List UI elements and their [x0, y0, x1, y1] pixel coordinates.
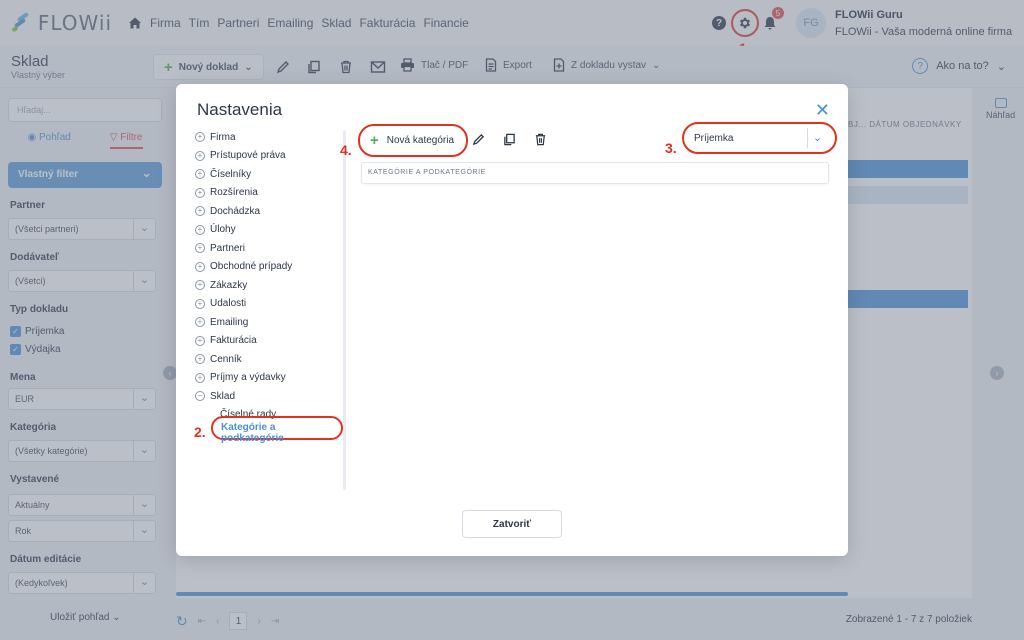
expand-icon: + [195, 298, 205, 309]
tree-item-firma[interactable]: + Firma [195, 128, 347, 147]
tree-item-label: Úlohy [210, 224, 236, 236]
tree-scrollbar[interactable] [343, 130, 346, 490]
expand-icon: + [195, 206, 205, 217]
tree-item-emailing[interactable]: + Emailing [195, 313, 347, 332]
trash-icon[interactable] [534, 133, 547, 146]
step-3-label: 3. [665, 140, 677, 156]
new-category-button[interactable]: + Nová kategória [358, 124, 468, 157]
tree-item-label: Emailing [210, 316, 249, 328]
expand-icon: + [195, 132, 205, 143]
tree-item-codelists[interactable]: + Číselníky [195, 165, 347, 184]
settings-tree: + Firma + Prístupové práva + Číselníky + Roz… [195, 128, 347, 424]
expand-icon: + [195, 169, 205, 180]
tree-item-label: Firma [210, 131, 236, 143]
step-2-label: 2. [194, 424, 206, 440]
document-type-value: Príjemka [694, 133, 734, 144]
expand-icon: + [195, 261, 205, 272]
tree-item-label: Cenník [210, 353, 242, 365]
expand-icon: + [195, 224, 205, 235]
tree-item-attendance[interactable]: + Dochádzka [195, 202, 347, 221]
expand-icon: + [195, 354, 205, 365]
tree-item-invoicing[interactable]: + Fakturácia [195, 332, 347, 351]
tree-item-partners[interactable]: + Partneri [195, 239, 347, 258]
tree-item-events[interactable]: + Udalosti [195, 295, 347, 314]
document-type-select[interactable]: Príjemka ⌄ [682, 122, 837, 154]
tree-item-label: Číselníky [210, 168, 252, 180]
tree-item-orders[interactable]: + Zákazky [195, 276, 347, 295]
tree-item-deals[interactable]: + Obchodné prípady [195, 258, 347, 277]
tree-item-label: Fakturácia [210, 335, 257, 347]
settings-modal: Nastavenia ✕ + Firma + Prístupové práva + Č… [176, 84, 848, 556]
tree-item-sklad[interactable]: − Sklad [195, 387, 347, 406]
step-4-label: 4. [340, 142, 352, 158]
new-category-label: Nová kategória [386, 135, 455, 146]
tree-item-pricelist[interactable]: + Cenník [195, 350, 347, 369]
tree-item-tasks[interactable]: + Úlohy [195, 221, 347, 240]
pencil-icon[interactable] [472, 133, 485, 146]
expand-icon: + [195, 280, 205, 291]
collapse-icon: − [195, 391, 205, 402]
expand-icon: + [195, 243, 205, 254]
close-button[interactable]: Zatvoriť [462, 510, 562, 538]
tree-item-label: Sklad [210, 390, 236, 402]
tree-subitem-categories[interactable]: Kategórie a podkategórie [211, 416, 343, 444]
tree-item-label: Príjmy a výdavky [210, 372, 286, 384]
tree-item-label: Udalosti [210, 298, 247, 310]
categories-table-header: KATEGÓRIE A PODKATEGÓRIE [361, 162, 829, 184]
tree-item-label: Dochádzka [210, 205, 261, 217]
chevron-down-icon: ⌄ [807, 128, 827, 148]
tree-item-extensions[interactable]: + Rozšírenia [195, 184, 347, 203]
modal-title: Nastavenia [197, 100, 283, 119]
tree-item-label: Obchodné prípady [210, 261, 293, 273]
expand-icon: + [195, 372, 205, 383]
copy-icon[interactable] [503, 133, 516, 146]
tree-item-label: Partneri [210, 242, 246, 254]
tree-item-label: Rozšírenia [210, 187, 258, 199]
expand-icon: + [195, 335, 205, 346]
close-icon[interactable]: ✕ [815, 100, 830, 121]
tree-item-label: Prístupové práva [210, 150, 286, 162]
expand-icon: + [195, 187, 205, 198]
expand-icon: + [195, 150, 205, 161]
plus-icon: + [370, 132, 379, 149]
tree-item-label: Zákazky [210, 279, 248, 291]
expand-icon: + [195, 317, 205, 328]
tree-item-access[interactable]: + Prístupové práva [195, 147, 347, 166]
tree-item-income-expenses[interactable]: + Príjmy a výdavky [195, 369, 347, 388]
